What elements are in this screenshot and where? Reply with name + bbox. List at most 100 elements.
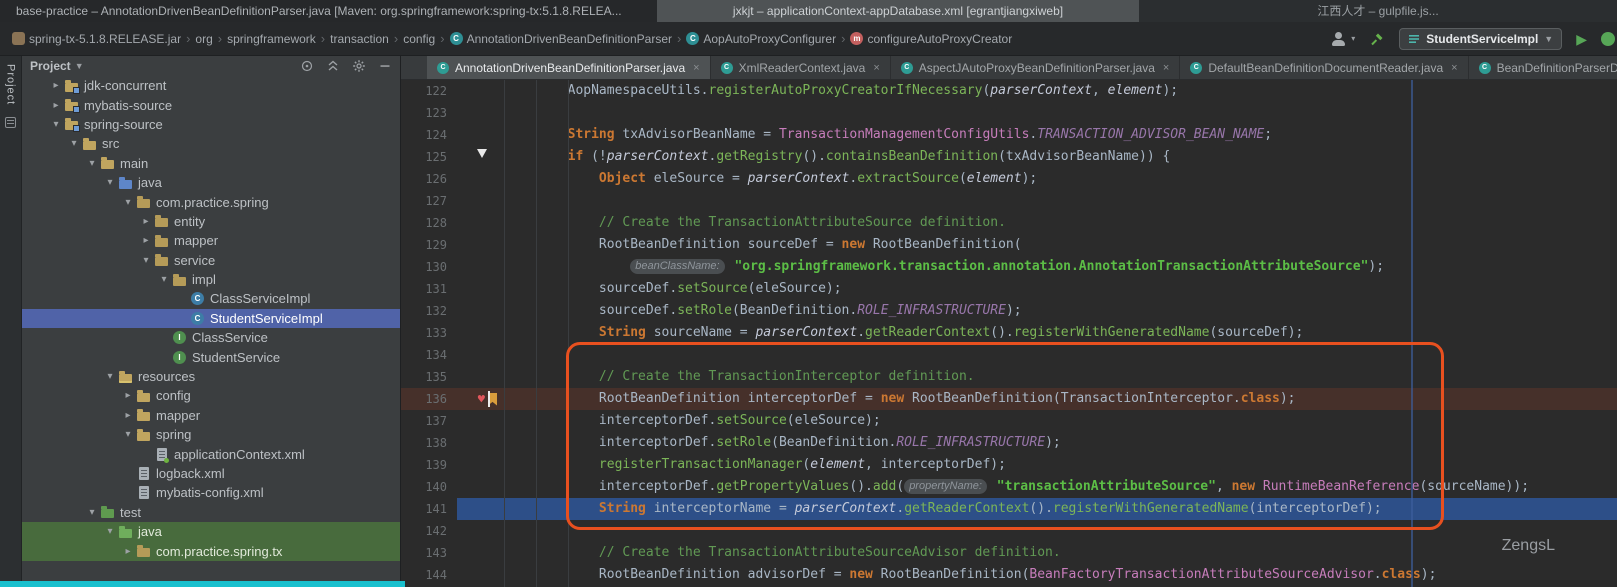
code-line[interactable]: 129 RootBeanDefinition sourceDef = new R… bbox=[401, 234, 1617, 256]
tree-row[interactable]: ▾spring bbox=[22, 425, 400, 444]
line-number[interactable]: 140 bbox=[401, 476, 457, 498]
tree-row[interactable]: ▾impl bbox=[22, 270, 400, 289]
editor[interactable]: 122 AopNamespaceUtils.registerAutoProxyC… bbox=[401, 80, 1617, 587]
tree-row[interactable]: ▾main bbox=[22, 154, 400, 173]
chevron-icon[interactable]: ▾ bbox=[66, 138, 82, 149]
tree-row[interactable]: ▾spring-source bbox=[22, 115, 400, 134]
code-line[interactable]: 144 RootBeanDefinition advisorDef = new … bbox=[401, 564, 1617, 586]
tree-row[interactable]: ▾java bbox=[22, 522, 400, 541]
chevron-icon[interactable]: ▾ bbox=[102, 177, 118, 188]
chevron-icon[interactable]: ▸ bbox=[138, 235, 154, 246]
tree-row[interactable]: applicationContext.xml bbox=[22, 444, 400, 463]
user-icon[interactable] bbox=[1331, 31, 1347, 47]
hide-panel-icon[interactable] bbox=[378, 59, 392, 73]
tree-row[interactable]: ▸jdk-concurrent bbox=[22, 76, 400, 95]
code-line[interactable]: 125 if (!parserContext.getRegistry().con… bbox=[401, 146, 1617, 168]
breadcrumb-item[interactable]: CAopAutoProxyConfigurer bbox=[686, 32, 836, 46]
code-line[interactable]: 138 interceptorDef.setRole(BeanDefinitio… bbox=[401, 432, 1617, 454]
code-line[interactable]: 137 interceptorDef.setSource(eleSource); bbox=[401, 410, 1617, 432]
code-line[interactable]: 139 registerTransactionManager(element, … bbox=[401, 454, 1617, 476]
tree-row[interactable]: ▸mapper bbox=[22, 406, 400, 425]
chevron-icon[interactable]: ▾ bbox=[156, 274, 172, 285]
tree-row[interactable]: ▸mapper bbox=[22, 231, 400, 250]
line-number[interactable]: 129 bbox=[401, 234, 457, 256]
window-title-background-2[interactable]: 江西人才 – gulpfile.js... bbox=[1139, 0, 1617, 22]
window-title-background-1[interactable]: jxkjt – applicationContext-appDatabase.x… bbox=[657, 0, 1139, 22]
editor-tab[interactable]: CBeanDefinitionParserDelegate.java× bbox=[1469, 56, 1617, 79]
code-line[interactable]: 132 sourceDef.setRole(BeanDefinition.ROL… bbox=[401, 300, 1617, 322]
tree-row[interactable]: mybatis-config.xml bbox=[22, 483, 400, 502]
editor-tab[interactable]: CAnnotationDrivenBeanDefinitionParser.ja… bbox=[427, 56, 711, 79]
tree-row[interactable]: ▾com.practice.spring bbox=[22, 192, 400, 211]
tab-close-icon[interactable]: × bbox=[1451, 62, 1457, 74]
line-number[interactable]: 132 bbox=[401, 300, 457, 322]
chevron-icon[interactable]: ▸ bbox=[48, 100, 64, 111]
breadcrumb-item[interactable]: mconfigureAutoProxyCreator bbox=[850, 32, 1012, 46]
breadcrumb-item[interactable]: CAnnotationDrivenBeanDefinitionParser bbox=[450, 32, 672, 46]
chevron-icon[interactable]: ▾ bbox=[120, 429, 136, 440]
tab-close-icon[interactable]: × bbox=[693, 62, 699, 74]
code-line[interactable]: 134 bbox=[401, 344, 1617, 366]
tree-row[interactable]: IClassService bbox=[22, 328, 400, 347]
chevron-icon[interactable]: ▾ bbox=[138, 255, 154, 266]
editor-tab[interactable]: CXmlReaderContext.java× bbox=[711, 56, 891, 79]
code-line[interactable]: 126 Object eleSource = parserContext.ext… bbox=[401, 168, 1617, 190]
line-number[interactable]: 139 bbox=[401, 454, 457, 476]
code-line[interactable]: 124 String txAdvisorBeanName = Transacti… bbox=[401, 124, 1617, 146]
line-number[interactable]: 130 bbox=[401, 256, 457, 278]
tab-close-icon[interactable]: × bbox=[873, 62, 879, 74]
gear-icon[interactable] bbox=[352, 59, 366, 73]
line-number[interactable]: 122 bbox=[401, 80, 457, 102]
collapse-all-icon[interactable] bbox=[326, 59, 340, 73]
line-number[interactable]: 126 bbox=[401, 168, 457, 190]
line-number[interactable]: 142 bbox=[401, 520, 457, 542]
code-line[interactable]: 127 bbox=[401, 190, 1617, 212]
tree-row[interactable]: logback.xml bbox=[22, 464, 400, 483]
code-line[interactable]: 122 AopNamespaceUtils.registerAutoProxyC… bbox=[401, 80, 1617, 102]
code-line[interactable]: 143 // Create the TransactionAttributeSo… bbox=[401, 542, 1617, 564]
tree-row[interactable]: IStudentService bbox=[22, 347, 400, 366]
line-number[interactable]: 136 bbox=[401, 388, 457, 410]
code-line[interactable]: 123 bbox=[401, 102, 1617, 124]
line-number[interactable]: 138 bbox=[401, 432, 457, 454]
line-number[interactable]: 141 bbox=[401, 498, 457, 520]
editor-tab[interactable]: CAspectJAutoProxyBeanDefinitionParser.ja… bbox=[891, 56, 1181, 79]
line-number[interactable]: 134 bbox=[401, 344, 457, 366]
line-number[interactable]: 128 bbox=[401, 212, 457, 234]
chevron-icon[interactable]: ▸ bbox=[120, 390, 136, 401]
tree-row[interactable]: ▾service bbox=[22, 251, 400, 270]
line-number[interactable]: 144 bbox=[401, 564, 457, 586]
code-line[interactable]: 141 String interceptorName = parserConte… bbox=[401, 498, 1617, 520]
chevron-icon[interactable]: ▸ bbox=[48, 80, 64, 91]
tree-row[interactable]: ▸config bbox=[22, 386, 400, 405]
tree-row[interactable]: ▸mybatis-source bbox=[22, 95, 400, 114]
tab-close-icon[interactable]: × bbox=[1163, 62, 1169, 74]
line-number[interactable]: 125 bbox=[401, 146, 457, 168]
user-dropdown-caret-icon[interactable]: ▾ bbox=[1351, 34, 1355, 43]
code-line[interactable]: 130 beanClassName: "org.springframework.… bbox=[401, 256, 1617, 278]
tree-row[interactable]: ▾test bbox=[22, 503, 400, 522]
line-number[interactable]: 131 bbox=[401, 278, 457, 300]
locate-file-icon[interactable] bbox=[300, 59, 314, 73]
line-number[interactable]: 137 bbox=[401, 410, 457, 432]
breadcrumb-item[interactable]: config bbox=[403, 32, 435, 46]
line-number[interactable]: 143 bbox=[401, 542, 457, 564]
tool-stripe-icon[interactable] bbox=[5, 117, 16, 128]
code-line[interactable]: 136♥ RootBeanDefinition interceptorDef =… bbox=[401, 388, 1617, 410]
chevron-icon[interactable]: ▾ bbox=[120, 197, 136, 208]
tree-row[interactable]: CClassServiceImpl bbox=[22, 289, 400, 308]
chevron-icon[interactable]: ▾ bbox=[84, 158, 100, 169]
line-number[interactable]: 135 bbox=[401, 366, 457, 388]
breadcrumb-item[interactable]: springframework bbox=[227, 32, 316, 46]
chevron-icon[interactable]: ▾ bbox=[84, 507, 100, 518]
tree-row[interactable]: ▾src bbox=[22, 134, 400, 153]
editor-tab[interactable]: CDefaultBeanDefinitionDocumentReader.jav… bbox=[1180, 56, 1468, 79]
project-tool-button[interactable]: Project bbox=[5, 64, 17, 105]
tree-row[interactable]: ▾java bbox=[22, 173, 400, 192]
build-hammer-icon[interactable] bbox=[1369, 31, 1385, 47]
debug-button-clipped[interactable] bbox=[1601, 32, 1615, 46]
run-button[interactable]: ▶ bbox=[1576, 32, 1587, 46]
breadcrumb-item[interactable]: org bbox=[195, 32, 212, 46]
chevron-icon[interactable]: ▾ bbox=[48, 119, 64, 130]
breadcrumb-item[interactable]: spring-tx-5.1.8.RELEASE.jar bbox=[12, 32, 181, 46]
